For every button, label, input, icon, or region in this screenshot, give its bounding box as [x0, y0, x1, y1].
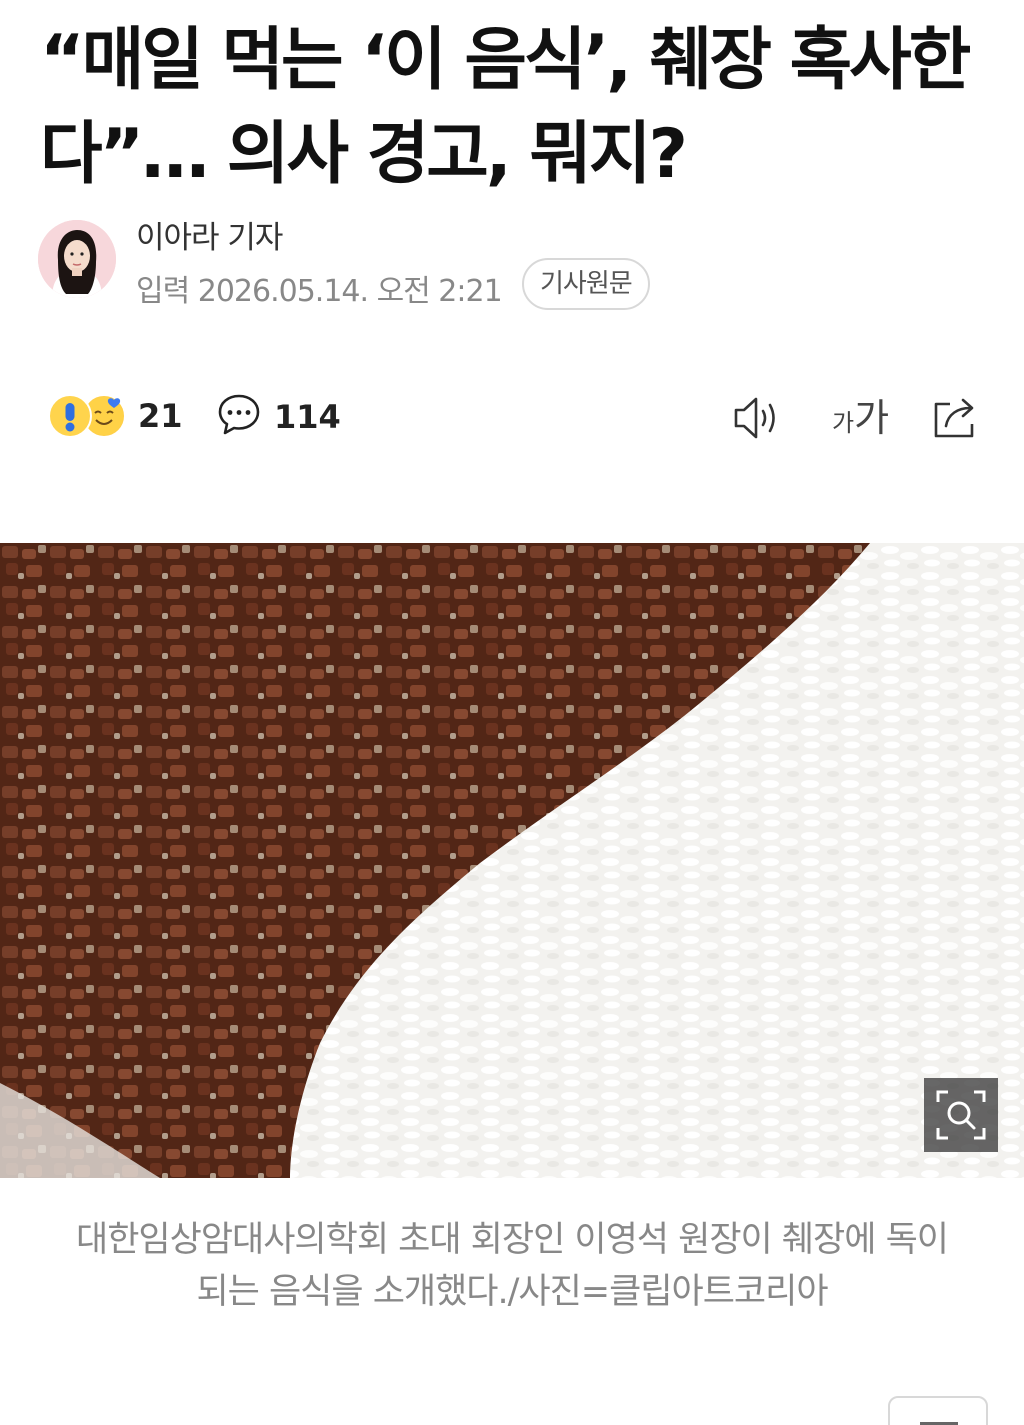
speaker-icon — [730, 397, 786, 448]
summary-button[interactable] — [888, 1396, 988, 1425]
comment-bubble-icon — [216, 392, 262, 442]
zoom-button[interactable] — [924, 1078, 998, 1152]
article-title-line-2: 다”… 의사 경고, 뭐지? — [40, 115, 688, 194]
photo-caption-line-2: 되는 음식을 소개했다./사진=클립아트코리아 — [196, 1272, 828, 1312]
reporter-avatar[interactable] — [38, 220, 116, 298]
meta-row: 입력 2026.05.14. 오전 2:21 기사원문 — [136, 258, 736, 310]
text-to-speech-button[interactable] — [730, 392, 786, 444]
photo-caption: 대한임상암대사의학회 초대 회장인 이영석 원장이 췌장에 독이 되는 음식을 … — [40, 1214, 984, 1318]
photo-caption-line-1: 대한임상암대사의학회 초대 회장인 이영석 원장이 췌장에 독이 — [76, 1220, 949, 1260]
comment-count: 114 — [274, 398, 341, 436]
byline: 이아라 기자 입력 2026.05.14. 오전 2:21 기사원문 — [38, 220, 650, 316]
article-title-line-1: “매일 먹는 ‘이 음식’, 췌장 혹사한 — [40, 21, 971, 100]
comments-button[interactable]: 114 — [216, 392, 341, 442]
published-date: 입력 2026.05.14. 오전 2:21 — [136, 274, 503, 309]
share-button[interactable] — [928, 392, 984, 444]
article-title: “매일 먹는 ‘이 음식’, 췌장 혹사한 다”… 의사 경고, 뭐지? — [40, 14, 980, 202]
article-actions-bar: 21 114 가가 — [0, 380, 1024, 454]
article-photo[interactable] — [0, 543, 1024, 1178]
reporter-name[interactable]: 이아라 기자 — [136, 220, 736, 256]
byline-text: 이아라 기자 입력 2026.05.14. 오전 2:21 기사원문 — [136, 220, 736, 310]
exclamation-emoji-icon — [48, 394, 92, 438]
original-article-button[interactable]: 기사원문 — [522, 258, 650, 310]
reaction-count: 21 — [138, 397, 183, 435]
zoom-search-icon — [924, 1078, 998, 1152]
font-size-small-label: 가 — [832, 409, 855, 437]
share-icon — [928, 398, 984, 448]
font-size-button[interactable]: 가가 — [832, 392, 896, 444]
reactions-button[interactable]: 21 — [48, 394, 183, 438]
font-size-large-label: 가 — [854, 396, 890, 440]
